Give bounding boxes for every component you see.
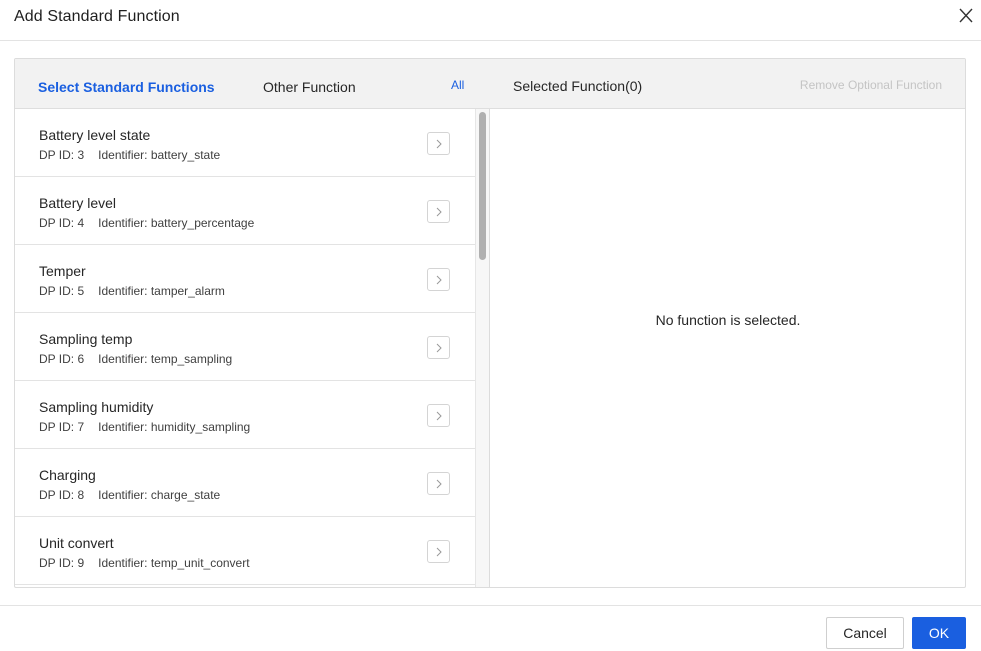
- identifier: Identifier: temp_unit_convert: [98, 556, 250, 570]
- identifier: Identifier: battery_percentage: [98, 216, 255, 230]
- standard-functions-pane: Select Standard Functions Other Function…: [15, 59, 490, 587]
- dp-id: DP ID: 6: [39, 352, 85, 366]
- selected-function-count: Selected Function(0): [513, 78, 643, 94]
- identifier: Identifier: temp_sampling: [98, 352, 233, 366]
- function-meta: DP ID: 7 Identifier: humidity_sampling: [39, 420, 250, 435]
- dialog-title: Add Standard Function: [14, 8, 180, 25]
- identifier: Identifier: battery_state: [98, 148, 221, 162]
- tab-other-function[interactable]: Other Function: [263, 78, 356, 96]
- function-list-item: Battery level DP ID: 4 Identifier: batter…: [15, 177, 475, 245]
- function-meta: DP ID: 8 Identifier: charge_state: [39, 488, 220, 503]
- function-meta: DP ID: 3 Identifier: battery_state: [39, 148, 220, 163]
- ok-button[interactable]: OK: [912, 617, 966, 649]
- identifier: Identifier: charge_state: [98, 488, 221, 502]
- function-name: Sampling temp: [39, 331, 133, 347]
- list-scrollbar[interactable]: [475, 109, 489, 587]
- close-button[interactable]: [957, 5, 975, 25]
- add-function-button[interactable]: [427, 472, 450, 495]
- identifier: Identifier: humidity_sampling: [98, 420, 251, 434]
- chevron-right-icon: [436, 411, 442, 421]
- identifier: Identifier: tamper_alarm: [98, 284, 225, 298]
- remove-optional-function-button[interactable]: Remove Optional Function: [800, 78, 942, 92]
- function-meta: DP ID: 4 Identifier: battery_percentage: [39, 216, 254, 231]
- dialog-footer: Cancel OK: [0, 605, 981, 651]
- function-name: Battery level state: [39, 127, 151, 143]
- function-list-item: Unit convert DP ID: 9 Identifier: temp_un…: [15, 517, 475, 585]
- all-link[interactable]: All: [451, 78, 464, 92]
- add-function-button[interactable]: [427, 200, 450, 223]
- dp-id: DP ID: 8: [39, 488, 85, 502]
- add-function-button[interactable]: [427, 268, 450, 291]
- scrollbar-thumb[interactable]: [479, 112, 486, 260]
- chevron-right-icon: [436, 479, 442, 489]
- dp-id: DP ID: 5: [39, 284, 85, 298]
- function-meta: DP ID: 9 Identifier: temp_unit_convert: [39, 556, 250, 571]
- function-list-item: Sampling humidity DP ID: 7 Identifier: hu…: [15, 381, 475, 449]
- dp-id: DP ID: 4: [39, 216, 85, 230]
- function-list-item: Battery level state DP ID: 3 Identifier: …: [15, 109, 475, 177]
- function-name: Unit convert: [39, 535, 114, 551]
- empty-state-text: No function is selected.: [655, 312, 801, 328]
- tab-select-standard-functions[interactable]: Select Standard Functions: [38, 78, 215, 96]
- right-pane-header: Selected Function(0) Remove Optional Fun…: [490, 59, 965, 109]
- function-meta: DP ID: 5 Identifier: tamper_alarm: [39, 284, 225, 299]
- chevron-right-icon: [436, 547, 442, 557]
- function-list-item: Sampling temp DP ID: 6 Identifier: temp_s…: [15, 313, 475, 381]
- function-panel: Select Standard Functions Other Function…: [14, 58, 966, 588]
- chevron-right-icon: [436, 207, 442, 217]
- chevron-right-icon: [436, 139, 442, 149]
- dp-id: DP ID: 3: [39, 148, 85, 162]
- function-name: Temper: [39, 263, 86, 279]
- left-pane-header: Select Standard Functions Other Function…: [15, 59, 490, 109]
- dialog-header: Add Standard Function: [0, 0, 981, 41]
- function-list-item: Temper DP ID: 5 Identifier: tamper_alarm: [15, 245, 475, 313]
- selected-functions-pane: Selected Function(0) Remove Optional Fun…: [490, 59, 965, 587]
- function-name: Battery level: [39, 195, 117, 211]
- chevron-right-icon: [436, 343, 442, 353]
- function-meta: DP ID: 6 Identifier: temp_sampling: [39, 352, 232, 367]
- chevron-right-icon: [436, 275, 442, 285]
- function-name: Sampling humidity: [39, 399, 154, 415]
- add-function-button[interactable]: [427, 540, 450, 563]
- dp-id: DP ID: 7: [39, 420, 85, 434]
- close-icon: [959, 8, 973, 23]
- function-name: Charging: [39, 467, 96, 483]
- add-function-button[interactable]: [427, 404, 450, 427]
- add-function-button[interactable]: [427, 336, 450, 359]
- cancel-button[interactable]: Cancel: [826, 617, 904, 649]
- function-list-item: Charging DP ID: 8 Identifier: charge_stat…: [15, 449, 475, 517]
- function-list: Battery level state DP ID: 3 Identifier: …: [15, 109, 475, 587]
- dp-id: DP ID: 9: [39, 556, 85, 570]
- add-function-button[interactable]: [427, 132, 450, 155]
